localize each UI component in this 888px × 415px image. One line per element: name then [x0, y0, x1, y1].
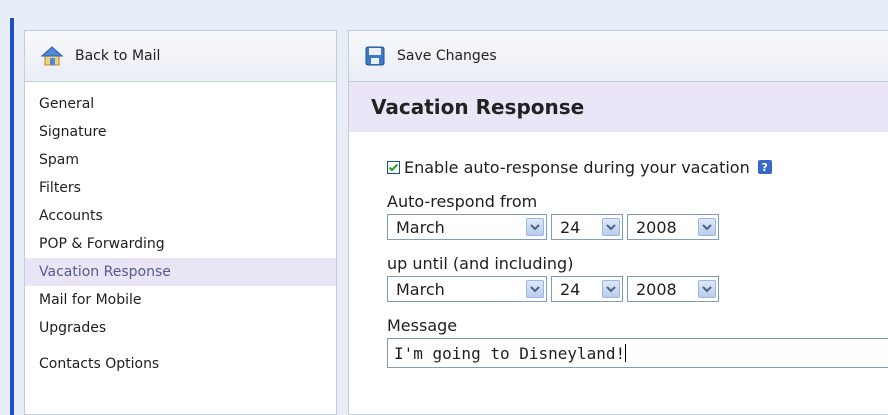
chevron-down-icon	[698, 218, 716, 236]
until-date-row: March 24 2008	[387, 276, 888, 302]
sidebar-item-upgrades[interactable]: Upgrades	[25, 314, 336, 342]
until-year-value: 2008	[636, 279, 677, 299]
sidebar-item-signature[interactable]: Signature	[25, 118, 336, 146]
save-icon	[365, 46, 385, 66]
until-day-select[interactable]: 24	[551, 276, 623, 302]
sidebar-item-mail-for-mobile[interactable]: Mail for Mobile	[25, 286, 336, 314]
vacation-form: Enable auto-response during your vacatio…	[349, 132, 888, 368]
save-changes-label: Save Changes	[397, 48, 497, 64]
settings-nav: General Signature Spam Filters Accounts …	[25, 82, 336, 378]
sidebar-item-pop-forwarding[interactable]: POP & Forwarding	[25, 230, 336, 258]
text-caret	[625, 344, 627, 362]
enable-auto-response-label: Enable auto-response during your vacatio…	[404, 157, 750, 177]
sidebar-item-contacts-options[interactable]: Contacts Options	[25, 350, 336, 378]
enable-row: Enable auto-response during your vacatio…	[387, 156, 888, 178]
chevron-down-icon	[698, 280, 716, 298]
from-month-select[interactable]: March	[387, 214, 547, 240]
save-changes-button[interactable]: Save Changes	[349, 31, 888, 82]
from-month-value: March	[396, 217, 445, 237]
chevron-down-icon	[602, 280, 620, 298]
enable-auto-response-checkbox[interactable]	[387, 160, 400, 174]
auto-respond-from-label: Auto-respond from	[387, 192, 538, 211]
until-year-select[interactable]: 2008	[627, 276, 719, 302]
back-to-mail-label: Back to Mail	[75, 48, 161, 64]
back-to-mail-button[interactable]: Back to Mail	[25, 31, 336, 82]
from-day-value: 24	[560, 217, 581, 237]
up-until-label: up until (and including)	[387, 254, 574, 273]
chevron-down-icon	[526, 218, 544, 236]
home-icon	[40, 45, 64, 67]
sidebar-item-accounts[interactable]: Accounts	[25, 202, 336, 230]
sidebar-item-filters[interactable]: Filters	[25, 174, 336, 202]
message-text: I'm going to Disneyland!	[394, 344, 626, 363]
sidebar-item-general[interactable]: General	[25, 90, 336, 118]
top-band	[0, 0, 888, 30]
until-day-value: 24	[560, 279, 581, 299]
until-month-select[interactable]: March	[387, 276, 547, 302]
from-day-select[interactable]: 24	[551, 214, 623, 240]
help-icon[interactable]: ?	[757, 160, 772, 174]
sidebar-item-vacation-response[interactable]: Vacation Response	[25, 258, 336, 286]
message-field[interactable]: I'm going to Disneyland!	[387, 338, 888, 368]
settings-sidebar: Back to Mail General Signature Spam Filt…	[24, 30, 337, 415]
from-year-select[interactable]: 2008	[627, 214, 719, 240]
message-label: Message	[387, 316, 458, 335]
page-title: Vacation Response	[349, 82, 888, 132]
from-year-value: 2008	[636, 217, 677, 237]
until-month-value: March	[396, 279, 445, 299]
from-date-row: March 24 2008	[387, 214, 888, 240]
main-panel: Save Changes Vacation Response Enable au…	[348, 30, 888, 415]
sidebar-item-spam[interactable]: Spam	[25, 146, 336, 174]
left-accent-bar	[10, 18, 14, 415]
chevron-down-icon	[526, 280, 544, 298]
chevron-down-icon	[602, 218, 620, 236]
